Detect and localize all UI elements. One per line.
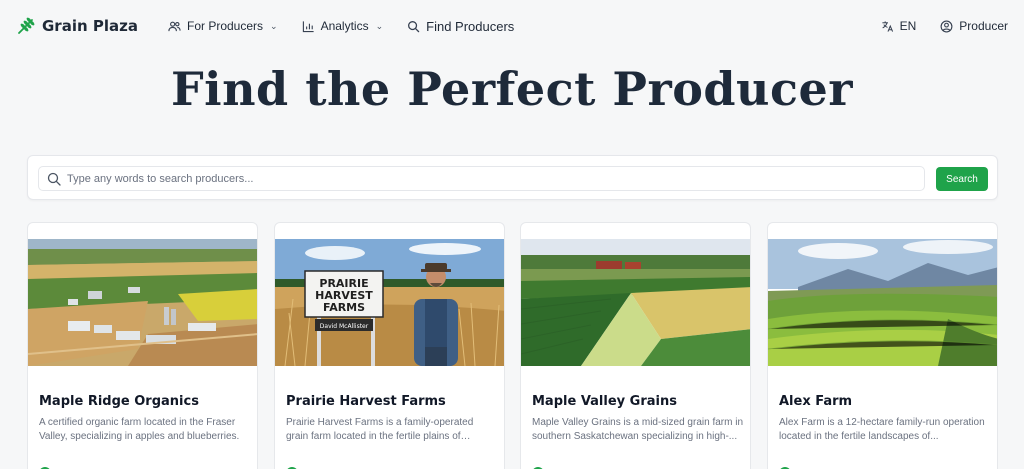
account-menu[interactable]: Producer (940, 19, 1008, 33)
farmer-with-sign-photo: PRAIRIE HARVEST FARMS David McAllister (275, 239, 504, 366)
nav-right: EN Producer (881, 19, 1008, 33)
producer-card[interactable]: Maple Valley Grains Maple Valley Grains … (520, 222, 751, 469)
producer-grid: Maple Ridge Organics A certified organic… (27, 222, 998, 469)
nav-analytics-label: Analytics (320, 19, 369, 33)
nav-find-producers[interactable]: Find Producers (407, 19, 514, 34)
producer-description: A certified organic farm located in the … (39, 417, 240, 442)
translate-icon (882, 20, 893, 32)
nav-find-producers-label: Find Producers (426, 18, 515, 34)
producer-card[interactable]: Maple Ridge Organics A certified organic… (27, 222, 258, 469)
producer-description: Maple Valley Grains is a mid-sized grain… (532, 417, 744, 442)
nav-for-producers[interactable]: For Producers ⌄ (168, 19, 278, 33)
search-input[interactable] (67, 172, 887, 185)
brand-name: Grain Plaza (42, 17, 138, 35)
language-switcher[interactable]: EN (881, 19, 917, 33)
sign-caption: David McAllister (320, 323, 369, 330)
search-button[interactable]: Search (936, 167, 988, 191)
search-icon (408, 20, 420, 32)
search-box[interactable] (38, 166, 925, 191)
producer-name[interactable]: Prairie Harvest Farms (286, 394, 446, 409)
search-panel: Search (27, 155, 998, 200)
producer-card[interactable]: Alex Farm Alex Farm is a 12-hectare fami… (767, 222, 998, 469)
wheat-logo-icon (18, 17, 35, 34)
producer-name[interactable]: Alex Farm (779, 394, 852, 409)
user-circle-icon (940, 20, 953, 32)
nav-for-producers-label: For Producers (186, 19, 264, 33)
top-navigation: Grain Plaza For Producers ⌄ Analytics ⌄ … (0, 0, 1024, 52)
aerial-farm-photo (28, 239, 257, 366)
account-label: Producer (959, 19, 1008, 33)
users-icon (168, 21, 181, 31)
page-title: Find the Perfect Producer (170, 62, 854, 116)
producer-name[interactable]: Maple Valley Grains (532, 394, 677, 409)
nav-analytics[interactable]: Analytics ⌄ (302, 19, 384, 33)
chevron-down-icon: ⌄ (270, 20, 278, 31)
green-hills-photo (768, 239, 997, 366)
brand[interactable]: Grain Plaza (16, 16, 138, 36)
crop-fields-photo (521, 239, 750, 366)
producer-description: Alex Farm is a 12-hectare family-run ope… (779, 417, 985, 442)
producer-description: Prairie Harvest Farms is a family-operat… (286, 417, 474, 442)
producer-card[interactable]: PRAIRIE HARVEST FARMS David McAllister P… (274, 222, 505, 469)
sign-line-3: FARMS (323, 301, 365, 314)
language-label: EN (899, 19, 917, 33)
bar-chart-icon (302, 20, 314, 32)
producer-name[interactable]: Maple Ridge Organics (39, 394, 199, 409)
search-icon (47, 172, 61, 186)
main-nav: For Producers ⌄ Analytics ⌄ Find Produce… (168, 19, 514, 34)
chevron-down-icon: ⌄ (375, 20, 384, 31)
